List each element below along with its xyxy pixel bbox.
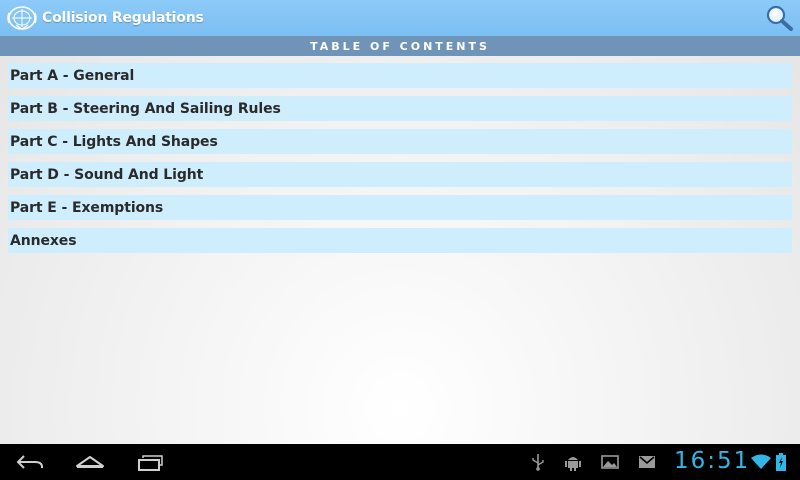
back-button[interactable] (0, 444, 60, 480)
system-nav-bar: 16:51 (0, 444, 800, 480)
list-item[interactable]: Annexes (8, 228, 792, 253)
app-title: Collision Regulations (42, 10, 204, 26)
gallery-icon (600, 452, 620, 472)
wifi-icon (751, 452, 771, 472)
usb-icon (528, 452, 548, 472)
list-item-label: Part D - Sound And Light (10, 166, 204, 183)
gmail-icon (637, 452, 657, 472)
list-item-label: Part E - Exemptions (10, 199, 164, 216)
list-item-label: Annexes (10, 232, 77, 249)
section-header: TABLE OF CONTENTS (0, 36, 800, 56)
list-item[interactable]: Part E - Exemptions (8, 195, 792, 220)
search-button[interactable] (764, 3, 796, 33)
section-header-label: TABLE OF CONTENTS (310, 39, 490, 53)
home-icon (76, 456, 104, 468)
recent-apps-icon (138, 455, 163, 471)
search-icon (766, 5, 793, 31)
back-icon (16, 455, 43, 469)
list-item[interactable]: Part C - Lights And Shapes (8, 129, 792, 154)
clock: 16:51 (674, 448, 751, 474)
battery-icon (774, 452, 788, 472)
home-button[interactable] (60, 444, 120, 480)
android-debug-icon (563, 452, 583, 472)
list-item[interactable]: Part D - Sound And Light (8, 162, 792, 187)
list-item-label: Part C - Lights And Shapes (10, 133, 218, 150)
list-item[interactable]: Part B - Steering And Sailing Rules (8, 96, 792, 121)
action-bar: Collision Regulations (0, 0, 800, 36)
list-item[interactable]: Part A - General (8, 63, 792, 88)
list-item-label: Part A - General (10, 67, 135, 84)
list-item-label: Part B - Steering And Sailing Rules (10, 100, 281, 117)
recent-apps-button[interactable] (120, 444, 180, 480)
app-screen: Collision Regulations TABLE OF CONTENTS … (0, 0, 800, 480)
imo-emblem-icon[interactable] (7, 4, 37, 32)
